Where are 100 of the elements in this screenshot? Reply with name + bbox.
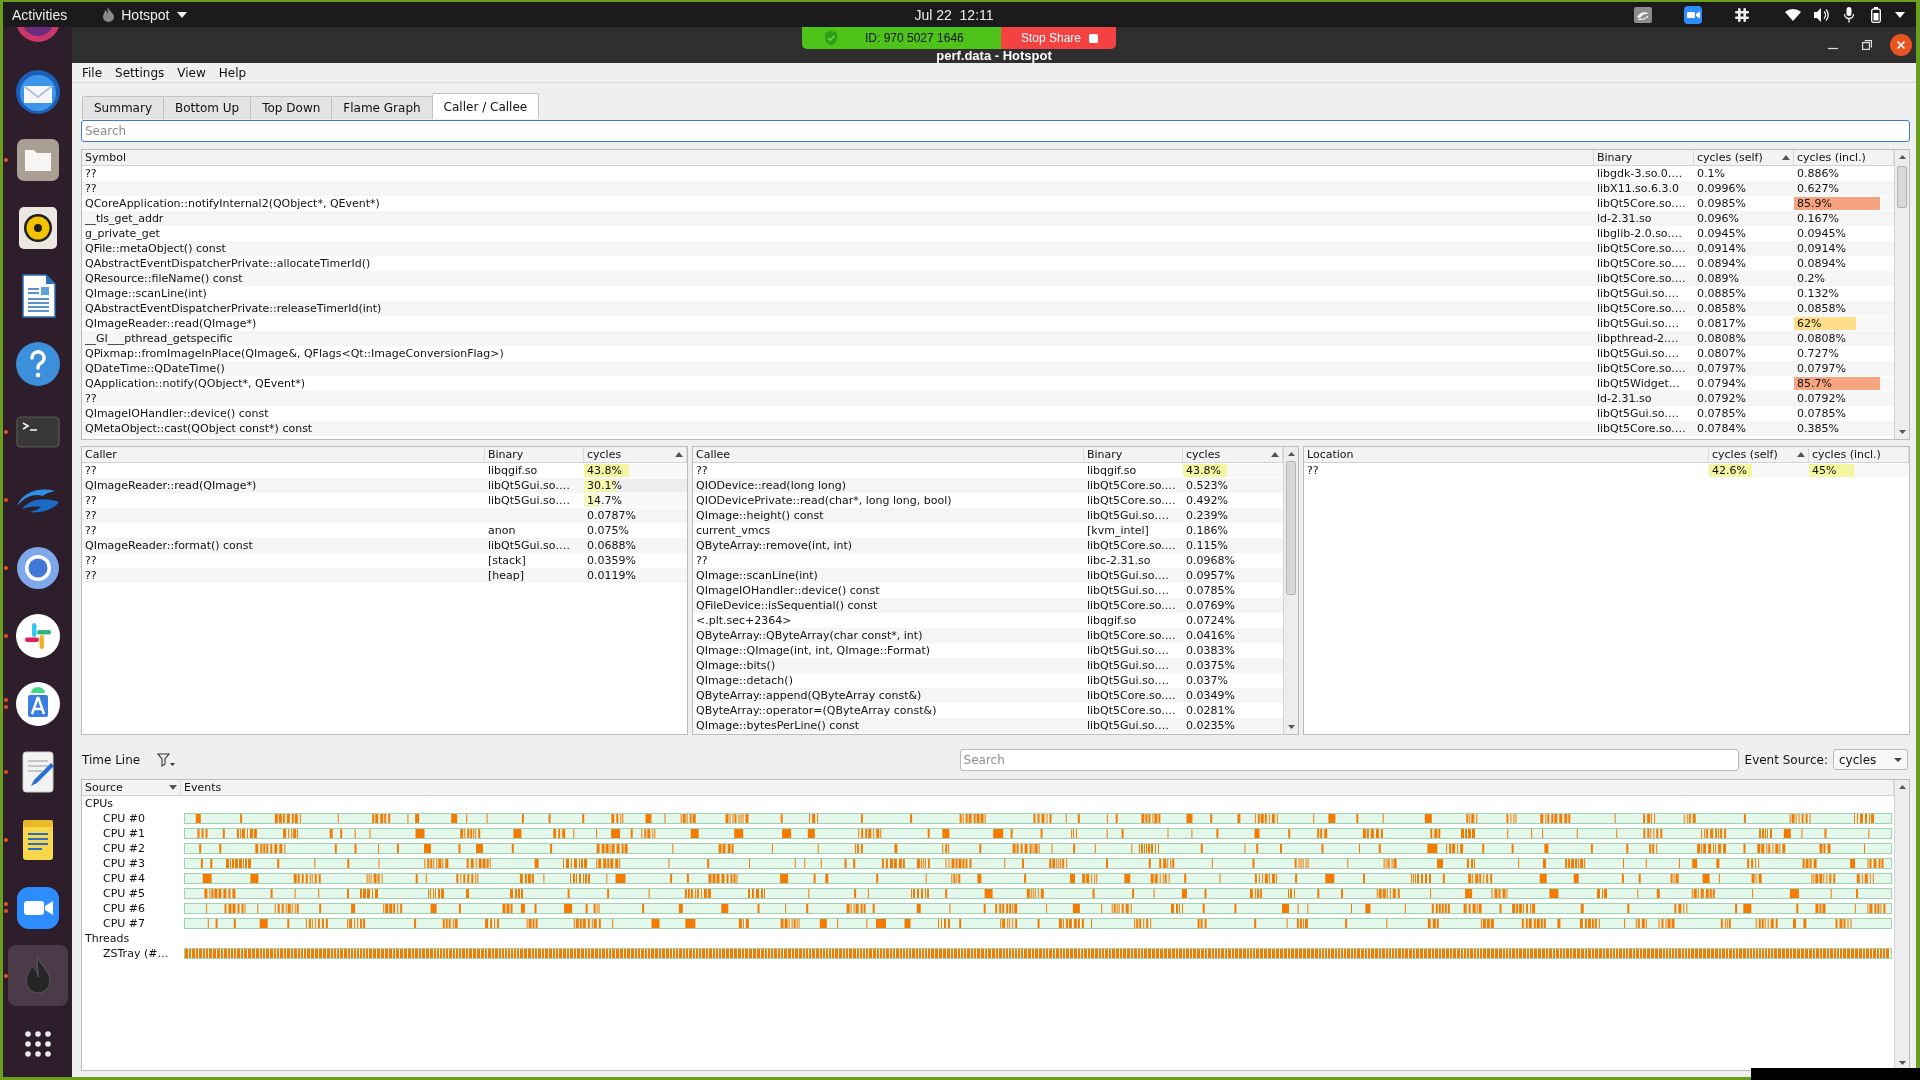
table-cell: libQt5Gui.so.… [1087,508,1169,523]
table-cell: libQt5Gui.so.… [1597,346,1679,361]
column-header[interactable]: Binary [1594,150,1694,165]
table-cell: 0.0784% [1697,421,1746,436]
app-grid-icon[interactable] [25,1030,51,1057]
speaker-icon[interactable] [1813,6,1829,23]
scroll-up-icon[interactable] [1898,155,1906,159]
scrollbar[interactable] [1894,150,1909,439]
tab[interactable]: Flame Graph [331,96,433,119]
column-header[interactable]: cycles (incl.) [1809,447,1909,462]
video-camera-icon[interactable] [1684,5,1702,24]
envelope-icon[interactable] [14,67,62,116]
table-cell: ?? [85,523,97,538]
table-cell: libQt5Gui.so.… [1087,568,1169,583]
scroll-down-icon[interactable] [1898,430,1906,434]
scroll-down-icon[interactable] [1287,725,1295,729]
menu-item[interactable]: File [82,64,103,81]
tree-item[interactable]: CPU #7 [103,916,146,931]
table-cell: 0.0119% [587,568,636,583]
table-cell: 0.0885% [1697,286,1746,301]
event-source-dropdown[interactable]: cycles [1833,749,1908,770]
column-header[interactable]: Source [82,780,181,795]
tree-item[interactable]: ZSTray (#… [103,946,169,961]
table-cell: 0.037% [1186,673,1228,688]
tree-item[interactable]: CPU #2 [103,841,146,856]
activities-button[interactable]: Activities [12,5,68,24]
search-field[interactable]: Search [959,748,1739,771]
sort-arrow-icon[interactable] [169,785,177,790]
scrollbar[interactable] [1283,447,1298,734]
table-cell: 0.0894% [1697,256,1746,271]
question-mark-icon[interactable] [14,339,62,388]
column-header[interactable]: Binary [485,447,584,462]
menu-item[interactable]: Help [218,64,247,81]
scrollbar-thumb[interactable] [1897,166,1907,208]
column-header[interactable]: Caller [82,447,485,462]
scrollbar[interactable] [1894,780,1909,1070]
table-cell: 0.0785% [1697,406,1746,421]
column-header[interactable]: Symbol [82,150,1594,165]
table-cell: libqgif.so [1087,613,1137,628]
close-icon[interactable] [1890,34,1912,56]
table-cell: 45% [1812,463,1837,478]
sort-arrow-icon[interactable] [1782,155,1790,160]
table-cell: ?? [85,508,97,523]
table-cell: 0.627% [1797,181,1839,196]
tree-item[interactable]: CPU #6 [103,901,146,916]
scroll-up-icon[interactable] [1898,785,1906,789]
caret-icon[interactable] [1895,11,1905,18]
sort-arrow-icon[interactable] [1271,452,1279,457]
column-header[interactable]: cycles (self) [1709,447,1809,462]
tree-item[interactable]: Threads [85,931,130,946]
menu-item[interactable]: View [177,64,206,81]
clock[interactable]: Jul 22 12:11 [914,5,994,24]
microphone-icon[interactable] [1843,6,1855,23]
tree-item[interactable]: CPU #0 [103,811,146,826]
scroll-down-icon[interactable] [1898,1061,1906,1065]
table-cell: QByteArray::QByteArray(char const*, int) [696,628,923,643]
table-cell: libQt5Gui.so.… [1087,718,1169,733]
tree-item[interactable]: CPU #1 [103,826,146,841]
column-header[interactable]: cycles (self) [1694,150,1794,165]
battery-icon[interactable] [1871,6,1881,23]
table-cell: 0.0724% [1186,613,1235,628]
tab[interactable]: Caller / Callee [431,93,540,119]
sort-arrow-icon[interactable] [1797,452,1805,457]
compass-icon[interactable] [14,679,62,728]
menu-item[interactable]: Settings [115,64,165,81]
stop-icon[interactable] [1089,33,1099,43]
table-cell: libQt5Widget… [1597,376,1680,391]
tree-item[interactable]: CPU #5 [103,886,146,901]
hash-icon[interactable] [14,611,62,660]
wifi-icon[interactable] [1785,8,1801,21]
filter-icon[interactable] [157,752,176,767]
tab[interactable]: Top Down [250,96,333,119]
table-cell: 0.0785% [1797,406,1846,421]
column-header[interactable]: Location [1304,447,1709,462]
table-cell: __GI___pthread_getspecific [85,331,233,346]
table-cell: libQt5Gui.so.… [488,493,570,508]
sort-arrow-icon[interactable] [675,452,683,457]
table-cell: QImage::bytesPerLine() const [696,718,860,733]
tree-item[interactable]: CPU #4 [103,871,146,886]
scrollbar-thumb[interactable] [1286,461,1296,595]
tree-item[interactable]: CPU #3 [103,856,146,871]
column-header[interactable]: Binary [1084,447,1183,462]
table-cell: 0.0792% [1797,391,1846,406]
table-cell: QAbstractEventDispatcherPrivate::allocateTimerId() [85,256,371,271]
search-field[interactable]: Search [81,120,1910,142]
column-header[interactable]: cycles [584,447,687,462]
restore-icon[interactable] [1862,40,1872,50]
table-cell: 0.0688% [587,538,636,553]
tab[interactable]: Bottom Up [163,96,252,119]
table-cell: 0.886% [1797,166,1839,181]
tree-item[interactable]: CPUs [85,796,114,811]
tab[interactable]: Summary [82,96,164,119]
scroll-up-icon[interactable] [1287,452,1295,456]
stop-share-button[interactable]: Stop Share [1001,27,1116,49]
cloud-tile-icon[interactable] [1634,6,1652,23]
table-cell: 0.0359% [587,553,636,568]
column-header[interactable]: Callee [693,447,1084,462]
app-menu-button[interactable]: Hotspot [103,5,188,24]
round-app-icon[interactable] [14,27,62,44]
hash-icon[interactable] [1735,7,1749,22]
